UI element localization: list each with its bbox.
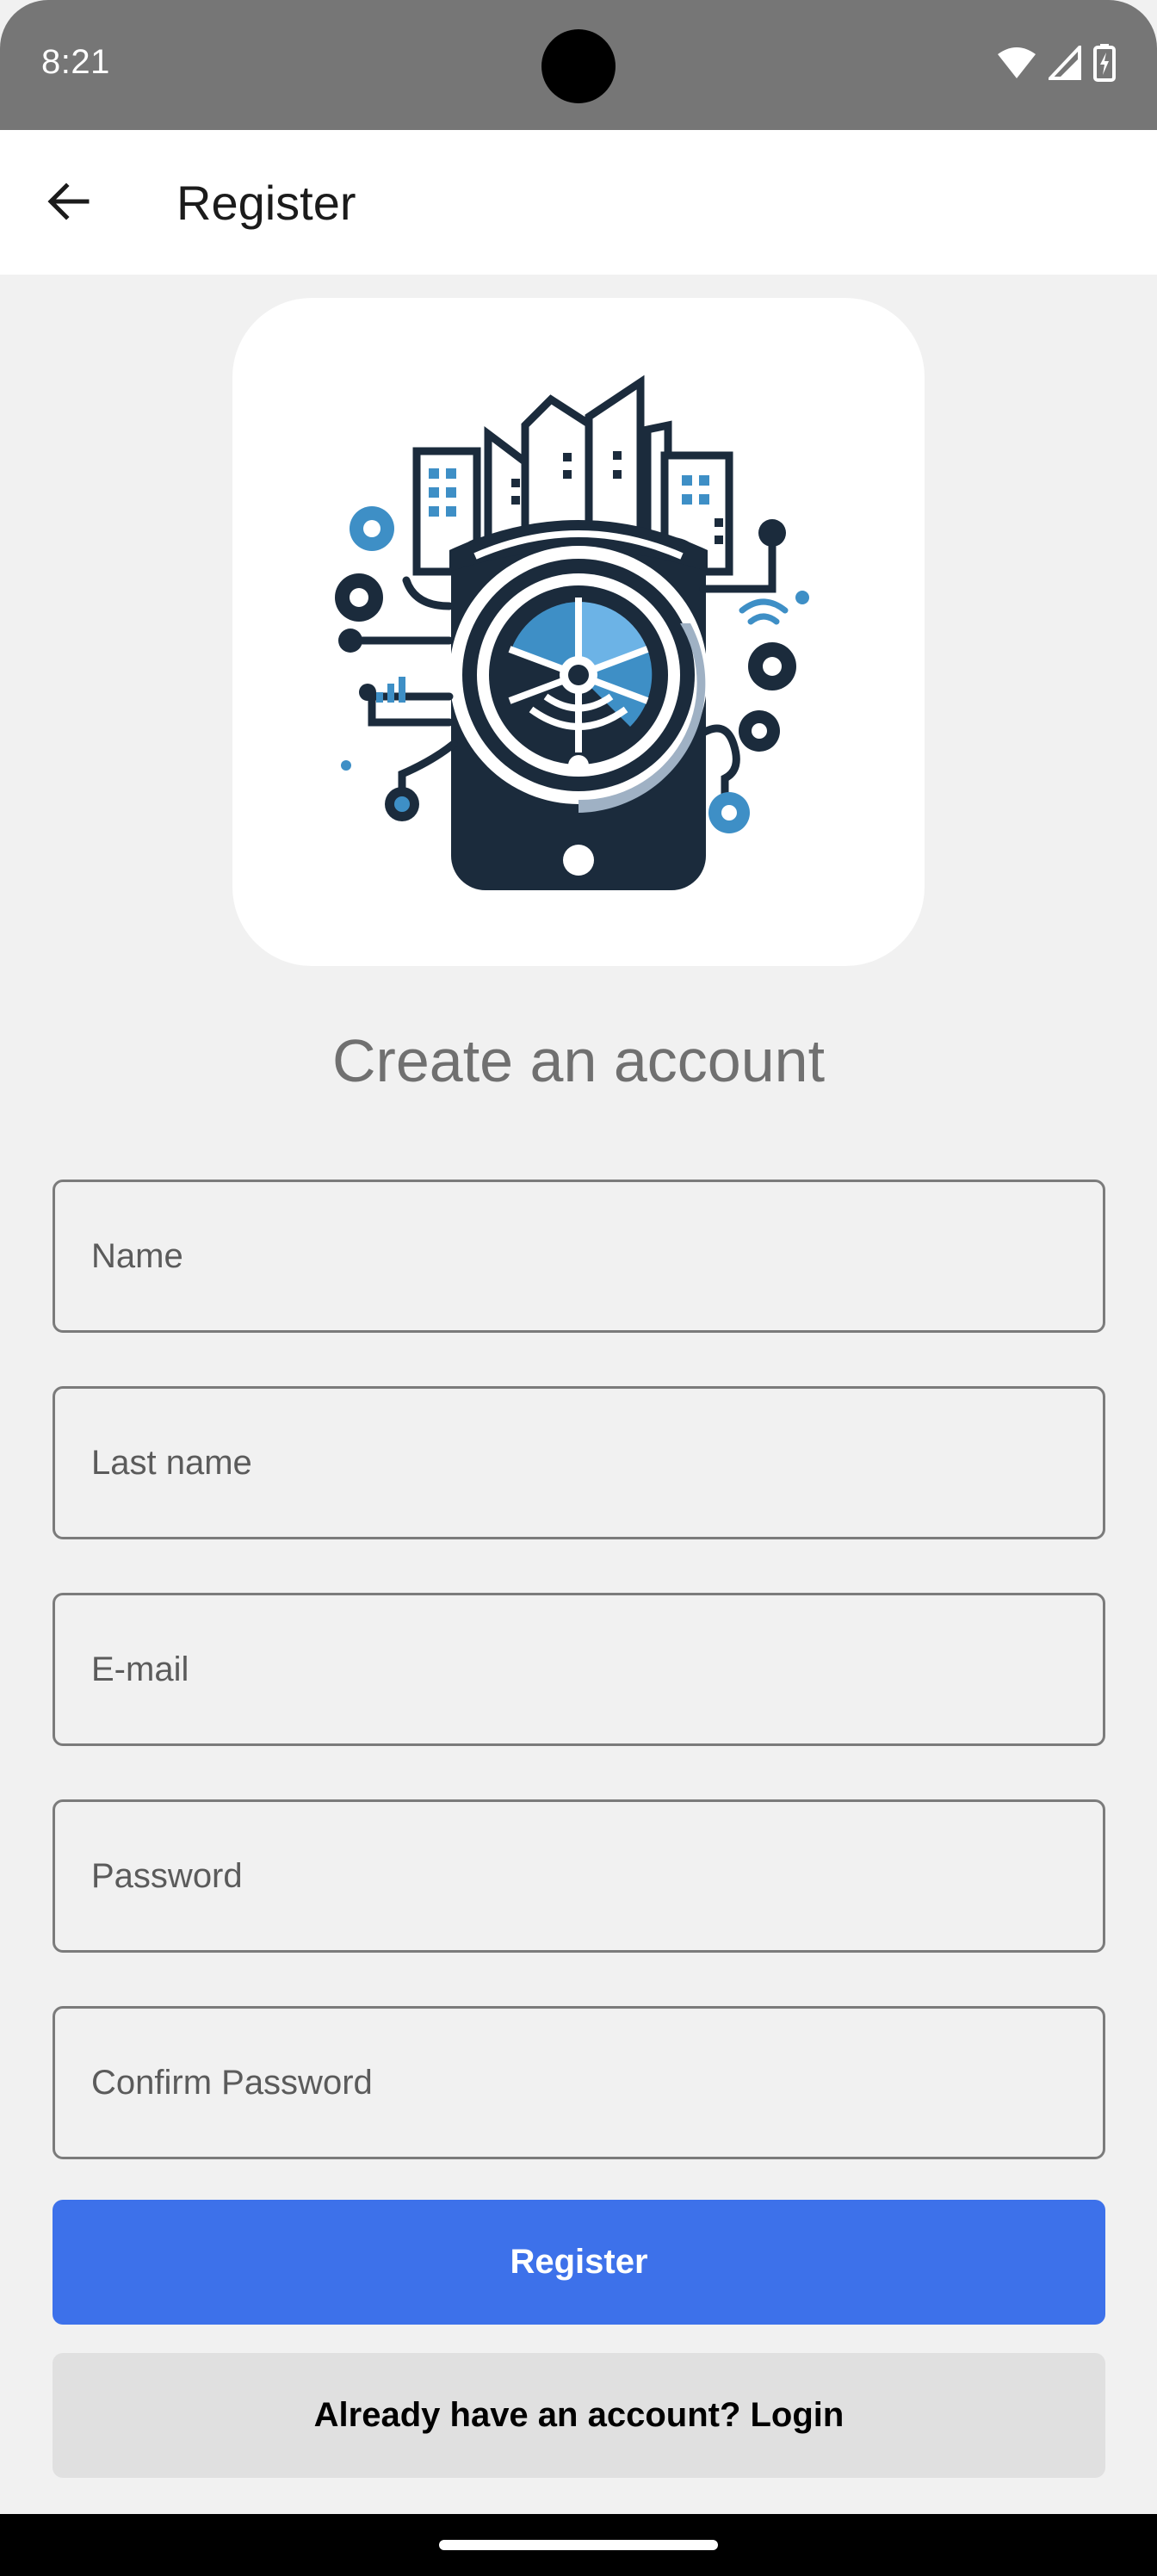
signal-icon — [1049, 46, 1081, 80]
arrow-back-icon — [47, 183, 90, 220]
status-icons — [997, 43, 1116, 83]
name-input[interactable] — [55, 1182, 1103, 1330]
confirm-password-input[interactable] — [55, 2009, 1103, 2157]
email-input[interactable] — [55, 1595, 1103, 1743]
smart-city-safe-logo — [335, 375, 809, 890]
status-time: 8:21 — [41, 43, 110, 81]
page-heading: Create an account — [331, 1027, 826, 1094]
back-button[interactable] — [31, 164, 105, 238]
password-field — [53, 1799, 1105, 1953]
app-bar: Register — [0, 130, 1157, 275]
name-field — [53, 1180, 1105, 1333]
last-name-field — [53, 1386, 1105, 1539]
wifi-icon — [998, 47, 1036, 78]
camera-cutout — [541, 29, 616, 103]
last-name-input[interactable] — [55, 1389, 1103, 1537]
password-input[interactable] — [55, 1802, 1103, 1950]
register-button[interactable]: Register — [53, 2200, 1105, 2325]
email-field — [53, 1593, 1105, 1746]
home-indicator[interactable] — [439, 2540, 718, 2550]
confirm-password-field — [53, 2006, 1105, 2159]
navigation-bar — [0, 2514, 1157, 2576]
logo-card — [232, 298, 925, 966]
battery-charging-icon — [1093, 44, 1116, 82]
login-link-button[interactable]: Already have an account? Login — [53, 2353, 1105, 2478]
status-bar: 8:21 — [0, 0, 1157, 130]
page-title: Register — [176, 176, 356, 230]
